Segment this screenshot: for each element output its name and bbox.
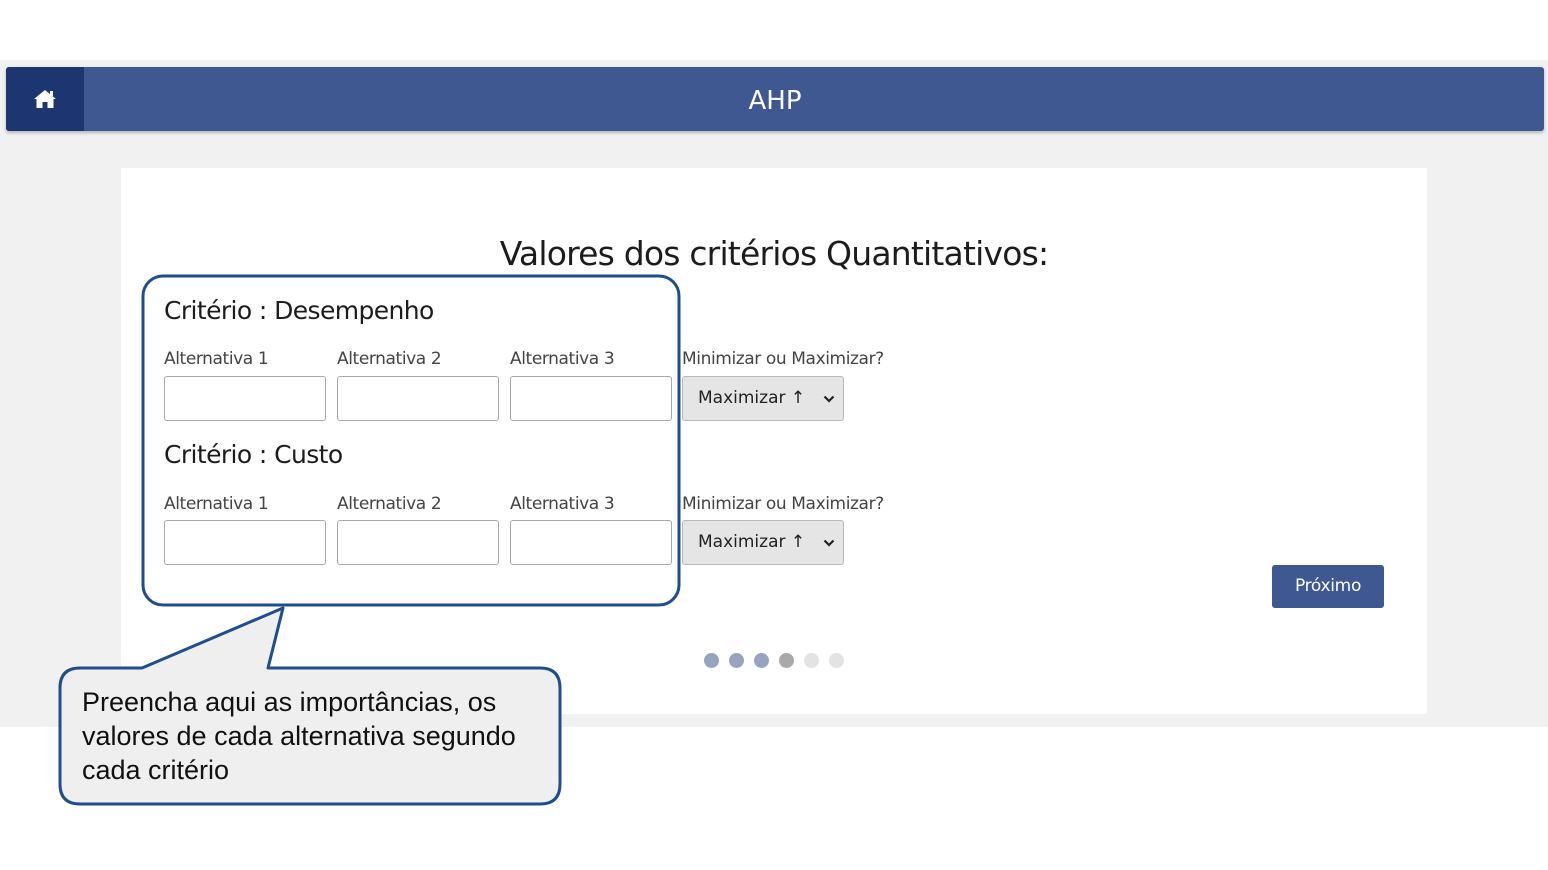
select-value: Maximizar ↑ bbox=[698, 388, 806, 408]
step-dot bbox=[829, 653, 844, 668]
step-dot-current bbox=[779, 653, 794, 668]
custo-alternative-2-input[interactable] bbox=[337, 520, 499, 565]
custo-alternative-1-input[interactable] bbox=[164, 520, 326, 565]
step-dot bbox=[729, 653, 744, 668]
chevron-down-icon bbox=[823, 377, 835, 420]
desempenho-alternative-2-input[interactable] bbox=[337, 376, 499, 421]
desempenho-alternative-1-input[interactable] bbox=[164, 376, 326, 421]
criterion-title-custo: Critério : Custo bbox=[164, 440, 343, 469]
alternative-1-label: Alternativa 1 bbox=[164, 494, 269, 514]
app-title: AHP bbox=[748, 86, 802, 116]
criterion-title-desempenho: Critério : Desempenho bbox=[164, 296, 434, 325]
home-icon bbox=[34, 90, 56, 108]
next-button[interactable]: Próximo bbox=[1272, 565, 1384, 608]
direction-label: Minimizar ou Maximizar? bbox=[682, 349, 884, 369]
desempenho-direction-select[interactable]: Maximizar ↑ bbox=[682, 376, 844, 421]
select-value: Maximizar ↑ bbox=[698, 532, 806, 552]
step-dot bbox=[754, 653, 769, 668]
callout-text: Preencha aqui as importâncias, os valore… bbox=[82, 687, 516, 785]
chevron-down-icon bbox=[823, 521, 835, 564]
alternative-2-label: Alternativa 2 bbox=[337, 494, 442, 514]
top-navbar: AHP bbox=[6, 67, 1544, 131]
custo-direction-select[interactable]: Maximizar ↑ bbox=[682, 520, 844, 565]
desempenho-alternative-3-input[interactable] bbox=[510, 376, 672, 421]
form-card: Valores dos critérios Quantitativos: Cri… bbox=[121, 168, 1427, 714]
home-button[interactable] bbox=[6, 67, 84, 131]
alternative-1-label: Alternativa 1 bbox=[164, 349, 269, 369]
alternative-3-label: Alternativa 3 bbox=[510, 494, 615, 514]
direction-label: Minimizar ou Maximizar? bbox=[682, 494, 884, 514]
alternative-3-label: Alternativa 3 bbox=[510, 349, 615, 369]
page-title: Valores dos critérios Quantitativos: bbox=[499, 234, 1049, 273]
step-dot bbox=[804, 653, 819, 668]
custo-alternative-3-input[interactable] bbox=[510, 520, 672, 565]
step-dot bbox=[704, 653, 719, 668]
alternative-2-label: Alternativa 2 bbox=[337, 349, 442, 369]
